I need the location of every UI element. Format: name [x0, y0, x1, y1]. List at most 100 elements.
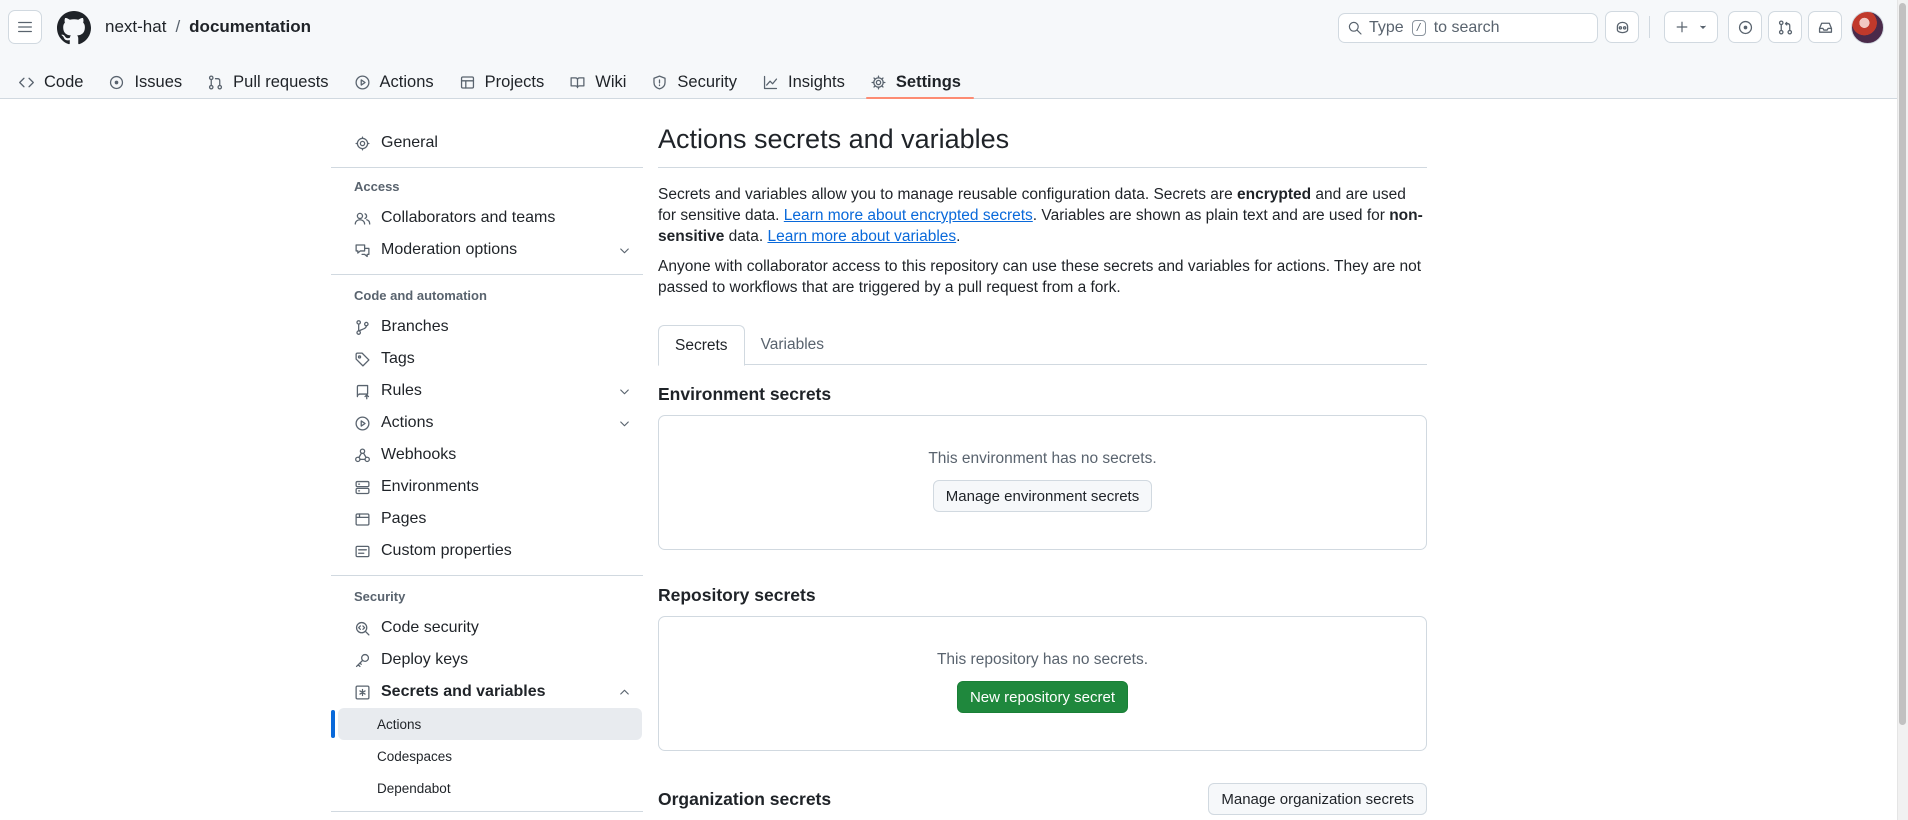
- sidebar-item-code-security[interactable]: Code security: [338, 612, 642, 644]
- sidebar-item-label: Deploy keys: [381, 651, 469, 668]
- graph-icon: [763, 75, 778, 90]
- search-icon: [1348, 21, 1362, 35]
- sidebar-item-collaborators[interactable]: Collaborators and teams: [338, 202, 642, 234]
- issues-button[interactable]: [1728, 11, 1762, 43]
- sidebar-item-custom-properties[interactable]: Custom properties: [338, 535, 642, 567]
- tab-secrets[interactable]: Secrets: [658, 325, 745, 366]
- create-new-button[interactable]: [1664, 11, 1718, 43]
- issue-opened-icon: [110, 75, 124, 90]
- breadcrumb-separator: /: [175, 17, 181, 36]
- secrets-tabs: Secrets Variables: [658, 325, 1427, 366]
- copilot-icon: [1616, 21, 1628, 33]
- menu-button[interactable]: [8, 10, 42, 44]
- sidebar-item-pages[interactable]: Pages: [338, 503, 642, 535]
- key-icon: [355, 653, 370, 667]
- new-repository-secret-button[interactable]: New repository secret: [956, 681, 1129, 713]
- webhook-icon: [355, 447, 370, 462]
- intro-text: data.: [724, 228, 768, 245]
- tab-actions[interactable]: Actions: [352, 60, 443, 99]
- collaborator-note: Anyone with collaborator access to this …: [658, 258, 1422, 296]
- git-pull-request-icon: [1778, 19, 1792, 35]
- tab-insights[interactable]: Insights: [760, 60, 854, 99]
- sidebar-subitem-label: Codespaces: [377, 748, 453, 764]
- scrollbar-thumb[interactable]: [1899, 3, 1906, 725]
- sidebar-item-secrets-variables[interactable]: Secrets and variables: [338, 676, 642, 708]
- shield-icon: [653, 75, 667, 90]
- page-title: Actions secrets and variables: [658, 124, 1427, 168]
- tab-label: Actions: [379, 73, 434, 91]
- tab-projects[interactable]: Projects: [457, 60, 554, 99]
- tab-code[interactable]: Code: [16, 60, 92, 99]
- repo-nav: Code Issues Pull requests Actions Projec…: [16, 60, 984, 99]
- git-pull-request-icon: [209, 75, 223, 90]
- sidebar-item-webhooks[interactable]: Webhooks: [338, 439, 642, 471]
- sidebar-item-label: Custom properties: [381, 542, 512, 559]
- play-icon: [355, 415, 370, 431]
- sidebar-item-label: Rules: [381, 382, 422, 399]
- sidebar-item-general[interactable]: General: [338, 127, 642, 159]
- avatar[interactable]: [1851, 11, 1884, 44]
- sidebar-item-tags[interactable]: Tags: [338, 343, 642, 375]
- tab-label: Pull requests: [233, 73, 329, 91]
- github-logo-icon[interactable]: [57, 11, 91, 45]
- sidebar-subitem-label: Actions: [377, 716, 422, 732]
- search-input[interactable]: Type / to search: [1338, 13, 1598, 43]
- hamburger-icon: [18, 21, 32, 33]
- chevron-down-icon: [620, 248, 629, 254]
- inbox-icon: [1818, 22, 1832, 33]
- copilot-button[interactable]: [1605, 11, 1639, 43]
- sidebar-item-label: Moderation options: [381, 241, 518, 258]
- tab-label: Insights: [788, 73, 845, 91]
- tab-issues[interactable]: Issues: [106, 60, 191, 99]
- tab-variables[interactable]: Variables: [745, 325, 840, 365]
- tab-pull-requests[interactable]: Pull requests: [205, 60, 337, 99]
- gear-icon: [355, 135, 370, 151]
- sidebar-item-rules[interactable]: Rules: [338, 375, 642, 407]
- repo-push-icon: [356, 384, 370, 399]
- sidebar-item-actions[interactable]: Actions: [338, 407, 642, 439]
- learn-more-variables-link[interactable]: Learn more about variables: [767, 228, 956, 245]
- triangle-down-icon: [1700, 25, 1706, 29]
- sidebar-item-environments[interactable]: Environments: [338, 471, 642, 503]
- codescan-icon: [355, 621, 370, 636]
- gear-icon: [871, 75, 886, 90]
- sidebar-item-label: Environments: [381, 478, 479, 495]
- sidebar-item-branches[interactable]: Branches: [338, 311, 642, 343]
- pull-requests-button[interactable]: [1768, 11, 1802, 43]
- sidebar-item-deploy-keys[interactable]: Deploy keys: [338, 644, 642, 676]
- intro-text: . Variables are shown as plain text and …: [1032, 207, 1390, 224]
- manage-environment-secrets-button[interactable]: Manage environment secrets: [932, 480, 1153, 512]
- learn-more-secrets-link[interactable]: Learn more about encrypted secrets: [784, 207, 1033, 224]
- comment-discussion-icon: [355, 243, 370, 257]
- manage-organization-secrets-button[interactable]: Manage organization secrets: [1208, 783, 1427, 815]
- sidebar-item-label: Secrets and variables: [381, 683, 546, 700]
- inbox-button[interactable]: [1808, 11, 1842, 43]
- git-branch-icon: [356, 319, 369, 335]
- chevron-down-icon: [620, 421, 629, 427]
- code-icon: [19, 77, 34, 88]
- search-placeholder-prefix: Type: [1369, 19, 1404, 36]
- intro-emphasis: encrypted: [1237, 186, 1312, 203]
- sidebar-item-label: General: [381, 134, 438, 151]
- intro-text: Secrets and variables allow you to manag…: [658, 186, 1238, 203]
- breadcrumb-repo[interactable]: documentation: [189, 17, 311, 37]
- main-content: Actions secrets and variables Secrets an…: [658, 124, 1427, 815]
- issue-opened-icon: [1738, 20, 1752, 34]
- breadcrumb: next-hat / documentation: [105, 17, 311, 37]
- intro-text: .: [956, 228, 961, 245]
- tab-settings[interactable]: Settings: [865, 60, 975, 99]
- tab-label: Projects: [484, 73, 545, 91]
- intro-paragraph: Secrets and variables allow you to manag…: [658, 184, 1427, 247]
- tab-security[interactable]: Security: [649, 60, 746, 99]
- page-scrollbar[interactable]: [1897, 0, 1908, 820]
- key-asterisk-icon: [355, 684, 370, 700]
- sidebar-item-moderation[interactable]: Moderation options: [338, 234, 642, 266]
- sidebar-subitem-dependabot[interactable]: Dependabot: [338, 772, 642, 804]
- sidebar-item-label: Actions: [381, 414, 434, 431]
- table-icon: [460, 76, 474, 89]
- sidebar-subitem-codespaces[interactable]: Codespaces: [338, 740, 642, 772]
- breadcrumb-owner[interactable]: next-hat: [105, 17, 166, 37]
- tab-wiki[interactable]: Wiki: [567, 60, 635, 99]
- note-icon: [355, 545, 370, 557]
- sidebar-subitem-actions[interactable]: Actions: [338, 708, 642, 740]
